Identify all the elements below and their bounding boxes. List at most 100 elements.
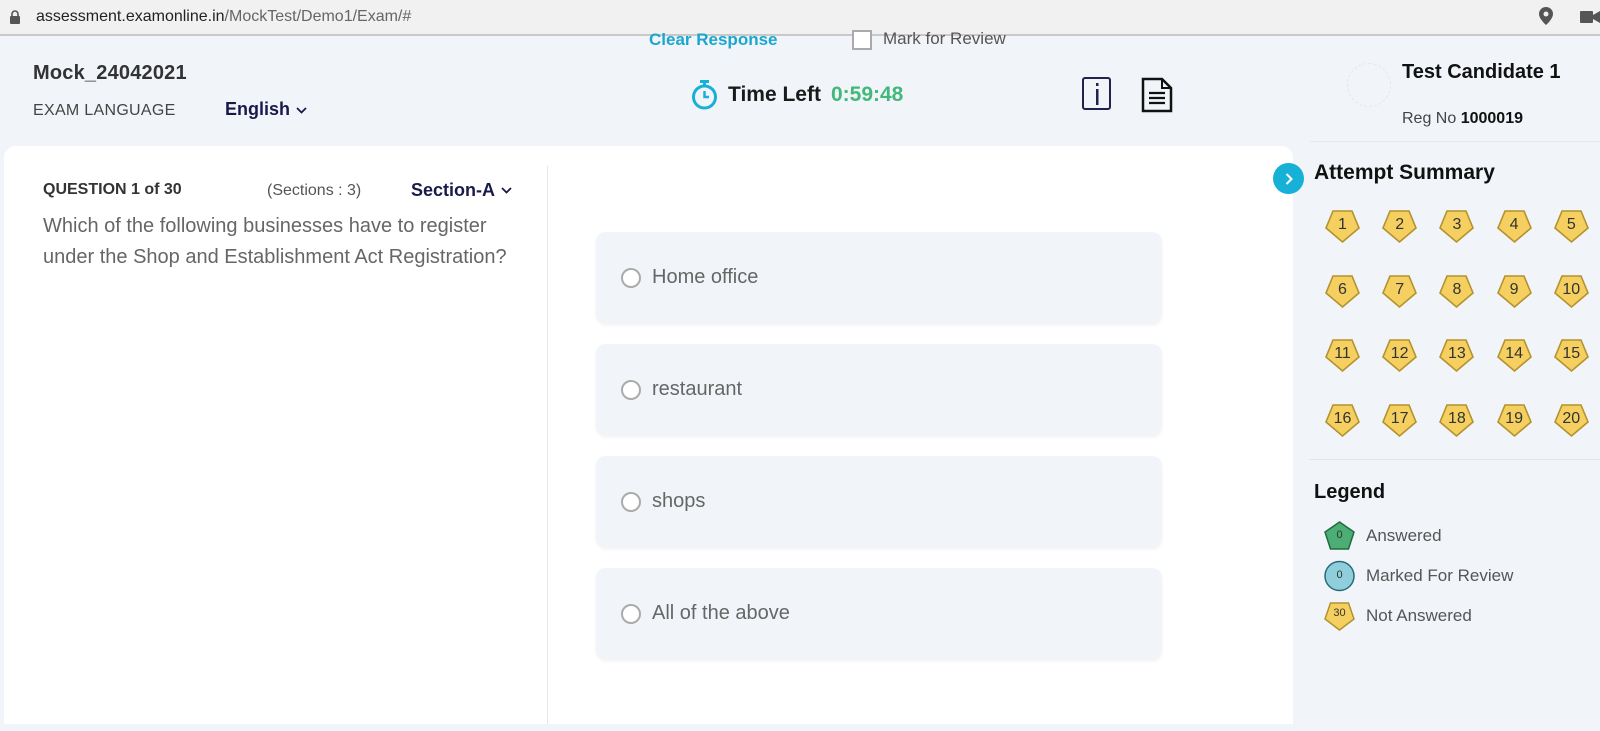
side-divider-top: [1310, 141, 1600, 142]
question-palette-item-20[interactable]: 20: [1553, 403, 1590, 438]
question-palette-item-10[interactable]: 10: [1553, 274, 1590, 309]
question-palette-item-3[interactable]: 3: [1438, 209, 1475, 244]
question-palette-item-16[interactable]: 16: [1324, 403, 1361, 438]
collapse-summary-button[interactable]: [1273, 163, 1304, 194]
location-pin-icon[interactable]: [1539, 7, 1553, 25]
info-icon: [1095, 82, 1098, 105]
section-dropdown[interactable]: Section-A: [411, 180, 512, 201]
question-palette-item-11[interactable]: 11: [1324, 338, 1361, 373]
question-paper-button[interactable]: [1141, 77, 1173, 118]
panel-divider: [547, 166, 548, 724]
mark-for-review-label: Mark for Review: [883, 29, 1006, 48]
question-palette-item-9[interactable]: 9: [1496, 274, 1533, 309]
question-palette-item-14[interactable]: 14: [1496, 338, 1533, 373]
question-number: QUESTION 1 of 30: [43, 181, 182, 198]
question-palette-number: 11: [1334, 345, 1351, 362]
question-palette-number: 13: [1447, 345, 1466, 362]
radio-button[interactable]: [621, 267, 641, 288]
language-value: English: [225, 99, 291, 119]
question-palette-number: 9: [1509, 280, 1519, 298]
lock-icon: [10, 10, 20, 24]
legend-answered: 0 Answered: [1323, 520, 1442, 552]
marked-review-circle-icon: 0: [1323, 560, 1356, 592]
chevron-down-icon: [501, 187, 512, 194]
checkbox[interactable]: [852, 30, 872, 50]
legend-label: Marked For Review: [1366, 566, 1514, 585]
language-dropdown[interactable]: English: [225, 99, 307, 120]
attempt-summary-title: Attempt Summary: [1314, 161, 1495, 184]
url-host: assessment.examonline.in: [36, 8, 225, 25]
question-palette-item-12[interactable]: 12: [1381, 338, 1418, 373]
question-palette-item-2[interactable]: 2: [1381, 209, 1418, 244]
question-palette-item-15[interactable]: 15: [1553, 338, 1590, 373]
option-label: shops: [652, 490, 706, 512]
chevron-down-icon: [296, 107, 307, 114]
stopwatch-icon: [692, 80, 717, 110]
option-1[interactable]: Home office: [596, 232, 1162, 323]
answered-pentagon-icon: 0: [1323, 520, 1356, 552]
option-4[interactable]: All of the above: [596, 568, 1162, 659]
legend-label: Answered: [1366, 526, 1442, 545]
question-palette-item-7[interactable]: 7: [1381, 274, 1418, 309]
chevron-right-icon: [1285, 172, 1293, 185]
browser-address-bar[interactable]: assessment.examonline.in/MockTest/Demo1/…: [0, 0, 1600, 36]
radio-button[interactable]: [621, 491, 641, 512]
question-palette-number: 1: [1338, 216, 1347, 233]
radio-button[interactable]: [621, 379, 641, 400]
candidate-avatar: [1347, 63, 1391, 107]
option-3[interactable]: shops: [596, 456, 1162, 547]
option-2[interactable]: restaurant: [596, 344, 1162, 435]
question-palette-number: 2: [1395, 216, 1405, 233]
radio-button[interactable]: [621, 603, 641, 624]
question-palette-item-13[interactable]: 13: [1438, 338, 1475, 373]
question-palette-number: 4: [1509, 216, 1519, 233]
registration-number: Reg No 1000019: [1402, 110, 1523, 128]
question-palette-item-4[interactable]: 4: [1496, 209, 1533, 244]
question-palette-item-6[interactable]: 6: [1324, 274, 1361, 309]
instructions-button[interactable]: [1082, 77, 1111, 110]
question-palette-number: 8: [1452, 280, 1462, 298]
url-path: /MockTest/Demo1/Exam/#: [224, 8, 412, 25]
exam-language-label: EXAM LANGUAGE: [33, 102, 176, 119]
question-palette-item-8[interactable]: 8: [1438, 274, 1475, 309]
question-palette-number: 19: [1505, 409, 1523, 427]
option-label: Home office: [652, 266, 759, 288]
question-palette-number: 6: [1338, 280, 1347, 298]
question-palette-number: 20: [1562, 409, 1581, 427]
sections-count: (Sections : 3): [267, 182, 362, 199]
url-text[interactable]: assessment.examonline.in/MockTest/Demo1/…: [36, 8, 411, 26]
camera-icon[interactable]: [1580, 10, 1600, 24]
reg-value: 1000019: [1460, 110, 1523, 127]
document-icon: [1141, 77, 1173, 113]
question-palette-number: 5: [1566, 216, 1576, 233]
side-divider: [1309, 459, 1600, 460]
legend-marked-review: 0 Marked For Review: [1323, 560, 1513, 592]
question-palette-number: 18: [1447, 409, 1466, 427]
marked-review-count: 0: [1336, 569, 1343, 581]
question-palette-item-1[interactable]: 1: [1324, 209, 1361, 244]
clear-response-button[interactable]: Clear Response: [649, 30, 778, 50]
not-answered-count: 30: [1333, 607, 1346, 619]
question-palette-item-19[interactable]: 19: [1496, 403, 1533, 438]
question-text: Which of the following businesses have t…: [43, 215, 507, 268]
mark-for-review-checkbox[interactable]: Mark for Review: [852, 28, 1006, 50]
question-palette-number: 16: [1333, 409, 1352, 427]
question-palette-item-18[interactable]: 18: [1438, 403, 1475, 438]
section-value: Section-A: [411, 180, 496, 200]
legend-not-answered: 30 Not Answered: [1323, 600, 1472, 632]
not-answered-pentagon-icon: 30: [1323, 600, 1356, 632]
legend-label: Not Answered: [1366, 606, 1472, 625]
timer: Time Left 0:59:48: [691, 80, 903, 110]
question-palette-item-5[interactable]: 5: [1553, 209, 1590, 244]
option-label: restaurant: [652, 378, 743, 400]
reg-label: Reg No: [1402, 110, 1457, 127]
question-palette-number: 7: [1395, 280, 1405, 298]
answer-options: Home office restaurant shops All of the …: [596, 232, 1162, 680]
question-palette-number: 10: [1562, 280, 1581, 298]
question-palette-number: 15: [1562, 345, 1581, 362]
question-palette-number: 14: [1505, 345, 1523, 362]
time-left-label: Time Left: [728, 83, 821, 106]
question-palette-item-17[interactable]: 17: [1381, 403, 1418, 438]
candidate-name: Test Candidate 1: [1402, 61, 1561, 83]
question-palette-number: 3: [1452, 216, 1462, 233]
